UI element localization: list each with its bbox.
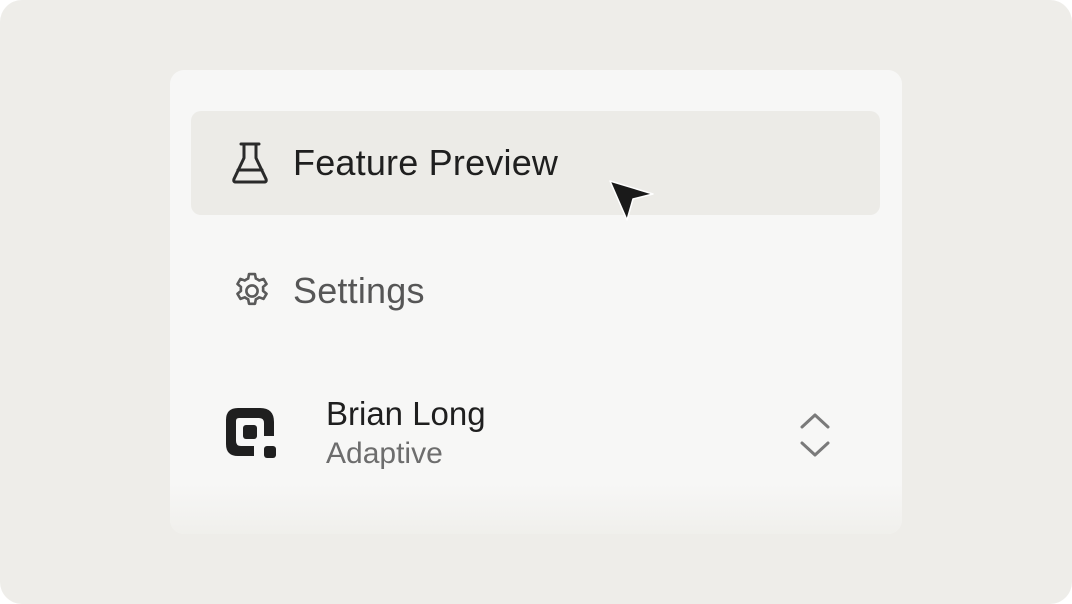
menu-item-label: Settings: [293, 270, 425, 311]
account-details: Brian Long Adaptive: [326, 394, 486, 474]
account-plan: Adaptive: [326, 437, 443, 470]
flask-icon: [231, 142, 273, 184]
sidebar-menu-panel: Feature Preview Settings Brian Long Adap…: [170, 70, 902, 534]
bottom-fade: [170, 484, 902, 534]
app-background: Feature Preview Settings Brian Long Adap…: [0, 0, 1072, 604]
workspace-logo-icon: [224, 406, 280, 462]
chevron-up-down-icon[interactable]: [798, 410, 832, 460]
menu-item-settings[interactable]: Settings: [191, 239, 880, 343]
account-switcher[interactable]: Brian Long Adaptive: [191, 382, 880, 486]
mouse-cursor-icon: [606, 178, 658, 224]
account-name: Brian Long: [326, 395, 486, 432]
menu-item-label: Feature Preview: [293, 142, 559, 183]
gear-icon: [231, 270, 273, 312]
menu-item-feature-preview[interactable]: Feature Preview: [191, 111, 880, 215]
